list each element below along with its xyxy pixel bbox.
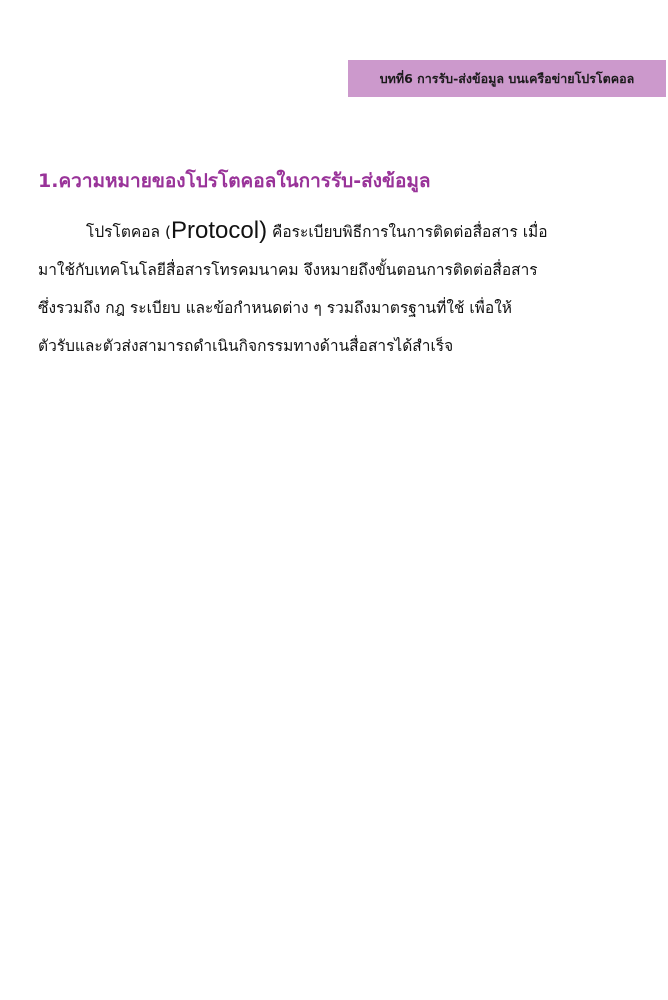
section-heading: 1.ความหมายของโปรโตคอลในการรับ-ส่งข้อมูล [38, 170, 431, 192]
protocol-term: Protocol) [171, 217, 268, 244]
paragraph-line-1: โปรโตคอล (Protocol) คือระเบียบพิธีการในก… [38, 212, 638, 251]
chapter-header-banner: บทที่6 การรับ-ส่งข้อมูล บนเครือข่ายโปรโต… [348, 60, 666, 97]
paragraph-line-2: มาใช้กับเทคโนโลยีสื่อสารโทรคมนาคม จึงหมา… [38, 261, 538, 279]
paragraph-line-4: ตัวรับและตัวส่งสามารถดำเนินกิจกรรมทางด้า… [38, 337, 454, 355]
paragraph-line-1-end: คือระเบียบพิธีการในการติดต่อสื่อสาร เมื่… [267, 223, 548, 241]
paragraph-line-1-start: โปรโตคอล ( [86, 223, 172, 241]
chapter-title: บทที่6 การรับ-ส่งข้อมูล บนเครือข่ายโปรโต… [379, 70, 635, 86]
body-paragraph: โปรโตคอล (Protocol) คือระเบียบพิธีการในก… [38, 212, 638, 365]
paragraph-line-3: ซึ่งรวมถึง กฎ ระเบียบ และข้อกำหนดต่าง ๆ … [38, 299, 512, 317]
